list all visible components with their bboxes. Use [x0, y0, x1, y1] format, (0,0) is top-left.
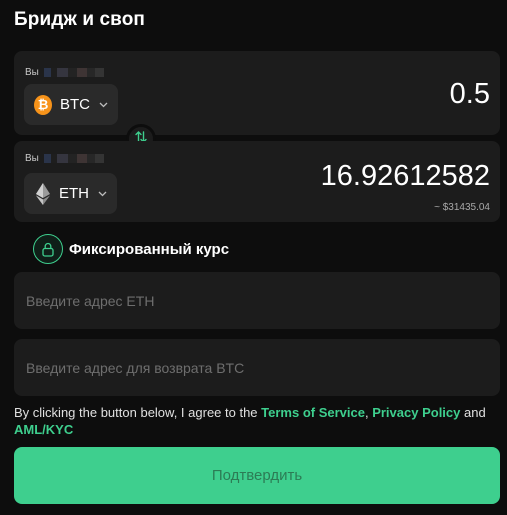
bitcoin-icon: ₿: [34, 94, 52, 115]
send-coin-name: BTC: [60, 96, 90, 113]
btc-refund-address-input[interactable]: [14, 339, 500, 396]
terms-and: and: [460, 405, 486, 420]
receive-card: Вы ETH 16.92612582 ~ $31435.04: [14, 141, 500, 222]
send-card: Вы ₿ BTC 0.5: [14, 51, 500, 135]
page-title: Бридж и своп: [14, 9, 145, 30]
aml-kyc-link[interactable]: AML/KYC: [14, 422, 73, 437]
receive-coin-name: ETH: [59, 185, 89, 202]
confirm-button[interactable]: Подтвердить: [14, 447, 500, 504]
send-coin-selector[interactable]: ₿ BTC: [24, 84, 118, 125]
chevron-down-icon: [98, 189, 107, 199]
send-label: Вы: [25, 67, 39, 78]
ethereum-icon: [34, 182, 51, 205]
receive-usd-estimate: ~ $31435.04: [434, 202, 490, 213]
receive-balance-redacted: [44, 154, 104, 163]
terms-prefix: By clicking the button below, I agree to…: [14, 405, 262, 420]
receive-amount: 16.92612582: [320, 160, 490, 192]
fixed-rate-toggle[interactable]: Фиксированный курс: [33, 234, 229, 264]
chevron-down-icon: [99, 100, 108, 110]
receive-label: Вы: [25, 153, 39, 164]
lock-icon[interactable]: [33, 234, 63, 264]
fixed-rate-label: Фиксированный курс: [69, 240, 230, 258]
eth-address-input[interactable]: [14, 272, 500, 329]
send-amount[interactable]: 0.5: [450, 78, 490, 111]
terms-of-service-link[interactable]: Terms of Service: [261, 405, 365, 420]
terms-text: By clicking the button below, I agree to…: [14, 404, 500, 438]
receive-coin-selector[interactable]: ETH: [24, 173, 117, 214]
privacy-policy-link[interactable]: Privacy Policy: [372, 405, 460, 420]
send-balance-redacted: [44, 68, 104, 77]
